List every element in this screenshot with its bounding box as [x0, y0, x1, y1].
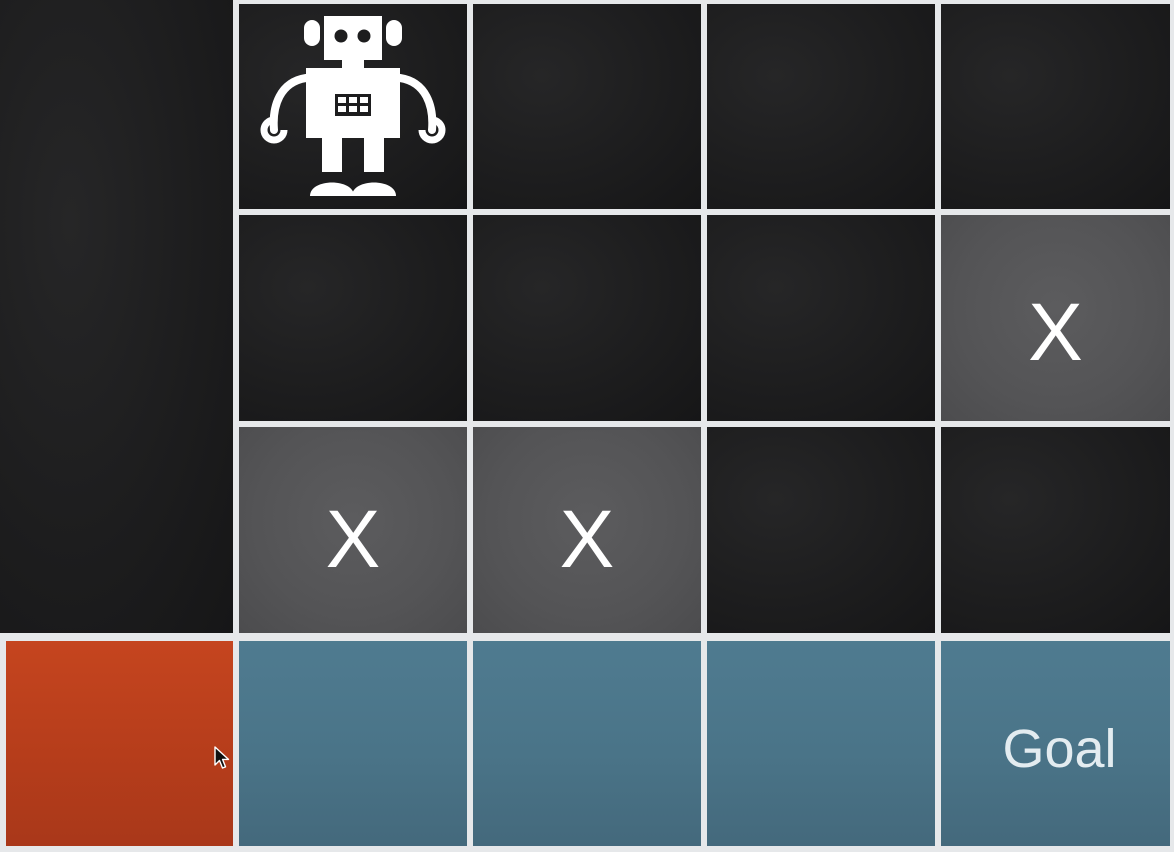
- blocked-mark: X: [325, 494, 381, 585]
- cell-r1-c2: [473, 4, 701, 209]
- grid-line: [233, 209, 1174, 215]
- grid-line: [0, 641, 6, 852]
- water-cell-c1: [239, 641, 467, 846]
- grid-world-board: X X X Goal: [0, 0, 1174, 852]
- cell-r3-c4: [941, 427, 1170, 633]
- blocked-cell-r3-c2: X: [473, 427, 701, 633]
- cell-r1-c4: [941, 4, 1170, 209]
- cell-r1-c1: [239, 4, 467, 209]
- grid-line: [0, 633, 1174, 641]
- cell-r2-c3: [707, 215, 935, 421]
- mouse-pointer-icon: [213, 745, 231, 776]
- blocked-mark: X: [559, 494, 615, 585]
- goal-label: Goal: [1002, 718, 1117, 779]
- cell-r2-c1: [239, 215, 467, 421]
- left-panel: [0, 0, 233, 634]
- grid-line: [233, 421, 1174, 427]
- start-cell-red: [6, 641, 233, 846]
- water-cell-c2: [473, 641, 701, 846]
- cell-r2-c2: [473, 215, 701, 421]
- robot-icon: [258, 14, 448, 199]
- blocked-mark: X: [1028, 287, 1083, 378]
- blocked-cell-r2-c4: X: [941, 215, 1170, 421]
- cell-r3-c3: [707, 427, 935, 633]
- goal-cell: Goal: [941, 641, 1170, 846]
- grid-line: [0, 846, 1174, 852]
- water-cell-c3: [707, 641, 935, 846]
- cell-r1-c3: [707, 4, 935, 209]
- grid-line: [233, 0, 1174, 4]
- blocked-cell-r3-c1: X: [239, 427, 467, 633]
